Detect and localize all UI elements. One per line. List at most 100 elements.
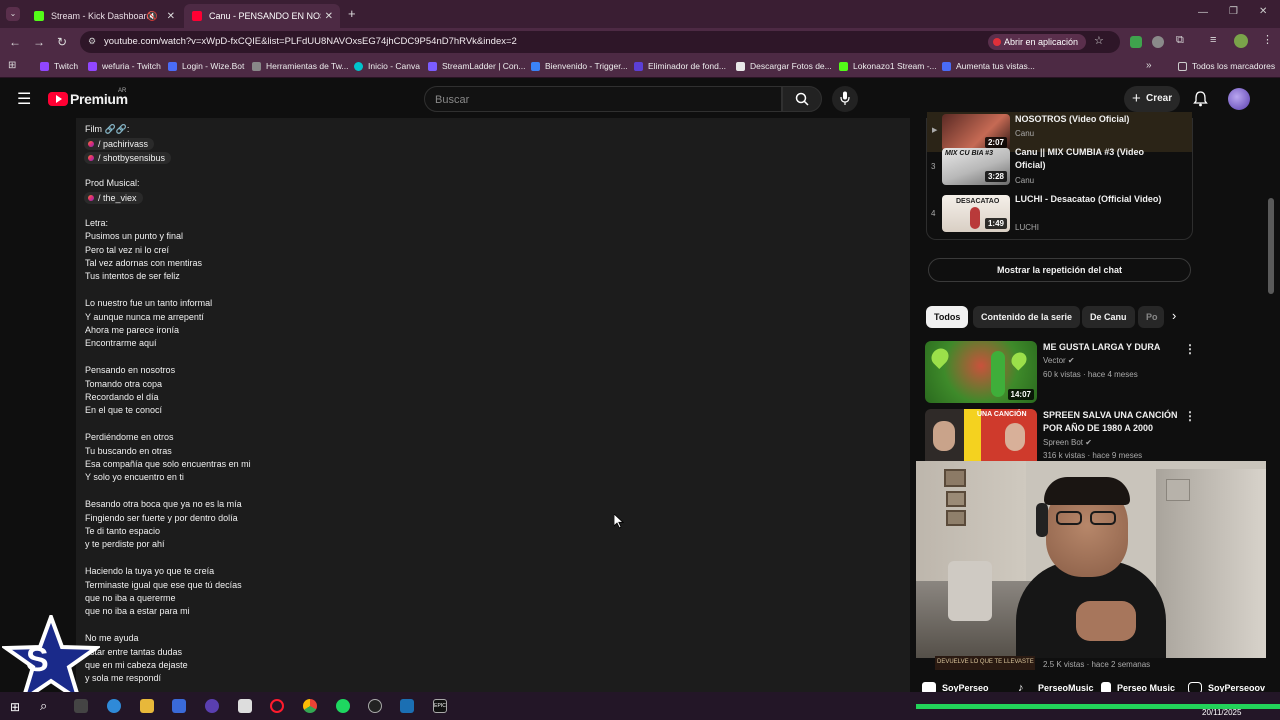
voice-search-button[interactable]	[832, 86, 858, 112]
recommendation-title[interactable]: ME GUSTA LARGA Y DURA	[1043, 341, 1178, 354]
show-chat-replay-button[interactable]: Mostrar la repetición del chat	[928, 258, 1191, 282]
search-placeholder: Buscar	[435, 94, 470, 106]
url-text: youtube.com/watch?v=xWpD-fxCQIE&list=PLF…	[104, 36, 517, 47]
open-in-app-button[interactable]: Abrir en aplicación	[988, 34, 1087, 50]
filter-chip-todos[interactable]: Todos	[926, 306, 969, 328]
recommendation-thumbnail[interactable]: 14:07	[925, 341, 1037, 403]
description-line: Fingiendo ser fuerte y por dentro dolía	[85, 512, 238, 523]
bookmark-item[interactable]: StreamLadder | Con...	[428, 61, 525, 71]
apps-grid-icon[interactable]: ⊞	[8, 60, 16, 71]
reload-icon[interactable]: ↻	[57, 35, 67, 49]
edge-icon[interactable]	[107, 699, 121, 713]
bookmark-item[interactable]: wefuria - Twitch	[88, 61, 161, 71]
recommendation-title[interactable]: SPREEN SALVA UNA CANCIÓN POR AÑO DE 1980…	[1043, 409, 1178, 435]
description-line: Letra:	[85, 217, 109, 228]
search-input[interactable]: Buscar	[424, 86, 782, 112]
address-bar[interactable]: ⚙ youtube.com/watch?v=xWpD-fxCQIE&list=P…	[80, 31, 1120, 53]
playlist-item[interactable]: 4 DESACATAO 1:49 LUCHI - Desacatao (Offi…	[927, 193, 1192, 233]
page-scrollbar[interactable]	[1268, 198, 1274, 294]
profile-avatar[interactable]	[1234, 34, 1248, 48]
bookmark-star-icon[interactable]: ☆	[1094, 34, 1104, 47]
playlist-item-channel: Canu	[1015, 129, 1035, 138]
bookmark-item[interactable]: Descargar Fotos de...	[736, 61, 832, 71]
notifications-bell-icon[interactable]	[1193, 91, 1208, 107]
close-tab-icon[interactable]: ✕	[325, 11, 333, 22]
more-options-icon[interactable]: ⋮	[1184, 409, 1196, 423]
partial-thumbnail[interactable]: DEVUELVE LO QUE TE LLEVASTE	[935, 656, 1035, 670]
description-line: Pensando en nosotros	[85, 365, 176, 376]
user-avatar[interactable]	[1228, 88, 1250, 110]
minimize-button[interactable]: —	[1198, 7, 1208, 18]
site-info-icon[interactable]: ⚙	[88, 36, 96, 47]
app-icon[interactable]	[205, 699, 219, 713]
search-button[interactable]	[782, 86, 822, 112]
recommendation-channel[interactable]: Vector ✔	[1043, 356, 1075, 365]
create-button[interactable]: + Crear	[1124, 86, 1180, 112]
windows-start-icon[interactable]: ⊞	[10, 700, 20, 714]
plus-icon: +	[1132, 90, 1141, 107]
app-icon[interactable]	[238, 699, 252, 713]
description-line: Tal vez adornas con mentiras	[85, 258, 203, 268]
more-bookmarks-icon[interactable]: »	[1146, 60, 1152, 71]
reading-list-icon[interactable]: ≡	[1210, 34, 1216, 46]
kick-icon	[34, 11, 44, 21]
extension-icon[interactable]	[1130, 36, 1142, 48]
steam-icon[interactable]	[400, 699, 414, 713]
tab-kick-dashboard[interactable]: Stream - Kick Dashboard 🔇 ✕	[26, 4, 182, 28]
views-icon	[942, 61, 951, 71]
hamburger-menu-icon[interactable]: ☰	[17, 89, 31, 109]
restore-button[interactable]: ❐	[1229, 6, 1238, 17]
youtube-logo-icon[interactable]	[48, 92, 68, 106]
more-options-icon[interactable]: ⋮	[1184, 342, 1196, 356]
all-bookmarks-button[interactable]: Todos los marcadores	[1178, 61, 1275, 71]
filter-chip-de-canu[interactable]: De Canu	[1082, 306, 1135, 328]
task-view-icon[interactable]	[74, 699, 88, 713]
filter-chip-series[interactable]: Contenido de la serie	[973, 306, 1081, 328]
chevron-right-icon[interactable]: ›	[1172, 308, 1176, 323]
close-window-button[interactable]: ✕	[1259, 6, 1267, 17]
twitch-icon	[88, 61, 97, 71]
bookmark-item[interactable]: Twitch	[40, 61, 78, 71]
back-icon[interactable]: ←	[9, 35, 21, 49]
extensions-puzzle-icon[interactable]: ⧉	[1176, 34, 1184, 47]
social-handle-link[interactable]: / pachirivass	[84, 138, 155, 151]
description-line: Recordando el día	[85, 392, 159, 402]
description-line: Esa compañía que solo encuentras en mi	[85, 459, 251, 469]
forward-icon[interactable]: →	[33, 35, 45, 49]
file-explorer-icon[interactable]	[140, 699, 154, 713]
streamer-hand	[1076, 601, 1136, 641]
playlist-thumbnail: MIX CU BIA #3 3:28	[942, 148, 1010, 185]
mute-icon[interactable]: 🔇	[147, 11, 158, 22]
new-tab-button[interactable]: +	[348, 6, 356, 21]
playlist-item[interactable]: 3 MIX CU BIA #3 3:28 Canu || MIX CUMBIA …	[927, 146, 1192, 186]
spotify-icon[interactable]	[336, 699, 350, 713]
duration-badge: 14:07	[1007, 389, 1034, 400]
bookmark-item[interactable]: Eliminador de fond...	[634, 61, 726, 71]
tab-youtube-canu[interactable]: Canu - PENSANDO EN NOSOTR ✕	[184, 4, 340, 28]
recommendation-meta: 316 k vistas · hace 9 meses	[1043, 451, 1143, 460]
extension-icon[interactable]	[1152, 36, 1164, 48]
chrome-icon[interactable]	[303, 699, 317, 713]
bookmark-item[interactable]: Lokonazo1 Stream -...	[839, 61, 937, 71]
social-handle-link[interactable]: / the_viex	[84, 192, 143, 204]
bookmark-item[interactable]: Aumenta tus vistas...	[942, 61, 1035, 71]
recommendation-thumbnail[interactable]: UNA CANCIÓN	[925, 409, 1037, 461]
bookmark-item[interactable]: Inicio - Canva	[354, 61, 420, 71]
close-tab-icon[interactable]: ✕	[167, 11, 175, 22]
bookmark-item[interactable]: Login - Wize.Bot	[168, 61, 244, 71]
browser-menu-icon[interactable]: ⋮	[1262, 33, 1273, 46]
filter-chip-more[interactable]: Po	[1138, 306, 1164, 328]
opera-icon[interactable]	[270, 699, 284, 713]
bookmark-item[interactable]: Bienvenido - Trigger...	[531, 61, 628, 71]
obs-icon[interactable]	[368, 699, 382, 713]
description-line: que no iba a quererme	[85, 593, 176, 603]
tab-search-button[interactable]: ⌄	[6, 7, 20, 21]
bookmark-item[interactable]: Herramientas de Tw...	[252, 61, 349, 71]
search-icon[interactable]: ⌕	[40, 698, 47, 714]
social-handle-link[interactable]: / shotbysensibus	[84, 151, 172, 164]
store-icon[interactable]	[172, 699, 186, 713]
mouse-cursor-icon	[614, 514, 624, 529]
epic-games-icon[interactable]: EPIC	[433, 699, 447, 713]
recommendation-channel[interactable]: Spreen Bot ✔	[1043, 438, 1092, 447]
duration-badge: 3:28	[984, 171, 1007, 182]
